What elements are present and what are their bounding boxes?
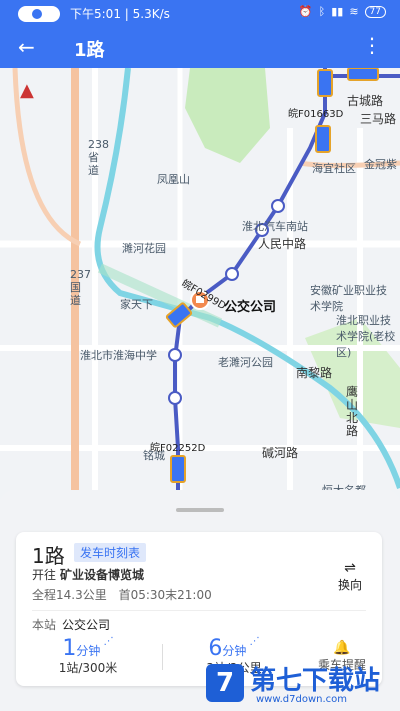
map-label: 淮北汽车南站	[242, 220, 308, 233]
location-icon	[32, 9, 42, 19]
route-hours: 首05:30末21:00	[118, 588, 212, 602]
separator	[162, 644, 163, 670]
watermark-url: www.d7down.com	[256, 694, 348, 705]
alarm-icon: ⏰	[298, 5, 313, 18]
map-label: 凤凰山	[157, 173, 190, 186]
bluetooth-icon: ᛒ	[318, 5, 326, 18]
map-label: 南黎路	[296, 366, 333, 380]
schedule-button[interactable]: 发车时刻表	[74, 543, 147, 562]
arrival-minutes: 1	[62, 636, 77, 661]
realtime-signal-icon: ⋰	[100, 636, 114, 647]
watermark-brand: 第七下载站	[250, 666, 381, 696]
divider	[32, 610, 366, 611]
route-name: 1路	[32, 544, 65, 568]
arrival-distance: 1站/300米	[58, 661, 118, 675]
app-header: ← 1路 ⋮	[0, 28, 400, 68]
page-title: 1路	[74, 40, 105, 61]
watermark: 7 第七下载站 www.d7down.com	[206, 660, 396, 708]
route-distance: 全程14.3公里	[32, 588, 107, 602]
map-label: 三马路	[360, 112, 397, 126]
map-label: 238省道	[88, 138, 109, 177]
swap-direction-button[interactable]: ⇌ 换向	[330, 560, 370, 593]
map-label: 237国道	[70, 268, 91, 307]
status-icons: ⏰ ᛒ ▮▮ ≋ 77	[299, 5, 386, 18]
drag-handle[interactable]	[176, 508, 224, 512]
map-label: 海宜社区	[312, 162, 356, 175]
current-stop-label[interactable]: 公交公司	[224, 296, 276, 315]
map-label: 濉河花园	[122, 242, 166, 255]
realtime-signal-icon: ⋰	[246, 636, 260, 647]
signal-icon: ▮▮	[331, 5, 344, 18]
map-label: 淮北市淮海中学	[80, 349, 157, 362]
bus-plate: 皖F02252D	[150, 443, 206, 454]
map-label: 金冠紫	[364, 158, 397, 171]
route-meta: 全程14.3公里 首05:30末21:00	[32, 586, 220, 603]
this-stop: 本站 公交公司	[32, 618, 111, 632]
compass-icon[interactable]: ▲	[20, 80, 34, 101]
arrival-1[interactable]: 1分钟 ⋰ 1站/300米	[28, 636, 148, 676]
map-view[interactable]: ▲ 古城路 三马路 海宜社区 金冠紫 凤凰山 淮北汽车南站 人民中路 濉河花园 …	[0, 68, 400, 508]
status-time: 下午5:01 | 5.3K/s	[70, 7, 170, 21]
swap-icon: ⇌	[344, 560, 356, 576]
map-label: 人民中路	[258, 237, 307, 251]
wifi-icon: ≋	[349, 5, 359, 18]
watermark-logo: 7	[206, 664, 244, 702]
bus-plate: 皖F01663D	[288, 109, 344, 120]
back-arrow-icon[interactable]: ←	[18, 36, 35, 58]
status-bar: 下午5:01 | 5.3K/s ⏰ ᛒ ▮▮ ≋ 77	[0, 0, 400, 28]
map-label: 古城路	[347, 94, 384, 108]
map-label: 鹰山北路	[346, 385, 359, 438]
arrival-minutes: 6	[208, 636, 223, 661]
bell-icon: 🔔	[333, 640, 351, 656]
location-pill	[18, 6, 60, 22]
map-label: 淮北职业技术学院(老校区)	[336, 314, 396, 359]
route-heading: 开往 矿业设备博览城	[32, 568, 145, 582]
destination: 矿业设备博览城	[60, 568, 145, 582]
map-label: 碱河路	[262, 446, 299, 460]
battery-icon: 77	[364, 5, 386, 18]
more-menu-icon[interactable]: ⋮	[362, 34, 382, 56]
map-label: 安徽矿业职业技术学院	[310, 284, 387, 313]
map-label: 家天下	[120, 298, 153, 311]
map-label: 老濉河公园	[218, 356, 273, 369]
